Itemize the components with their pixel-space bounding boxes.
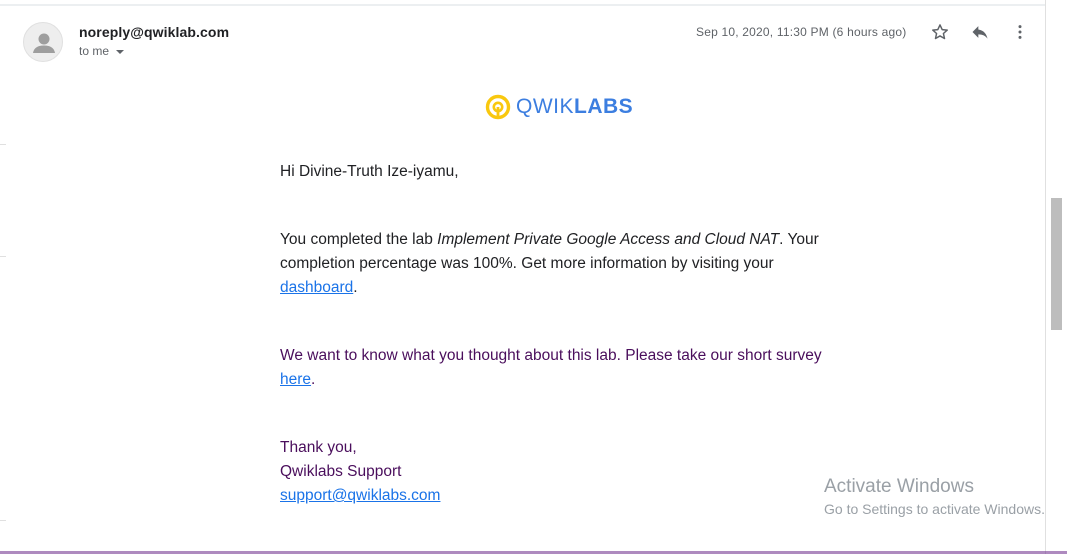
- more-options-button[interactable]: [1008, 20, 1032, 44]
- logo-text: QWIKLABS: [516, 95, 633, 119]
- lab-name: Implement Private Google Access and Clou…: [437, 231, 780, 248]
- avatar[interactable]: [23, 22, 63, 62]
- survey-link[interactable]: here: [280, 371, 311, 388]
- qwiklabs-logo-icon: [485, 94, 511, 120]
- support-email-row: support@qwiklabs.com: [280, 484, 840, 508]
- star-button[interactable]: [928, 20, 952, 44]
- greeting: Hi Divine-Truth Ize-iyamu,: [280, 163, 459, 180]
- support-email-link[interactable]: support@qwiklabs.com: [280, 487, 440, 504]
- dashboard-link[interactable]: dashboard: [280, 279, 353, 296]
- caret-down-icon: [116, 49, 125, 54]
- logo-text-prefix: QWIK: [516, 95, 574, 118]
- avatar-icon: [33, 33, 55, 53]
- activate-windows-subtitle: Go to Settings to activate Windows.: [824, 501, 1045, 517]
- sender-address[interactable]: noreply@qwiklab.com: [79, 24, 229, 40]
- left-edge-mark: [0, 520, 6, 521]
- para1-text: You completed the lab: [280, 231, 438, 248]
- recipient-toggle[interactable]: to me: [79, 44, 125, 58]
- email-date: Sep 10, 2020, 11:30 PM (6 hours ago): [696, 25, 907, 39]
- qwiklabs-logo[interactable]: QWIKLABS: [485, 94, 633, 120]
- para2-end: .: [311, 371, 316, 388]
- reply-button[interactable]: [968, 20, 992, 44]
- left-edge-mark: [0, 256, 6, 257]
- para2-text: We want to know what you thought about t…: [280, 347, 822, 364]
- star-icon: [932, 24, 948, 40]
- left-edge-mark: [0, 144, 6, 145]
- top-divider: [0, 4, 1045, 6]
- pane-divider: [1045, 0, 1046, 554]
- completion-paragraph: You completed the lab Implement Private …: [280, 228, 840, 300]
- logo-text-suffix: LABS: [574, 95, 634, 118]
- recipient-label: to me: [79, 44, 110, 58]
- email-view: noreply@qwiklab.com to me Sep 10, 2020, …: [0, 0, 1067, 554]
- scrollbar-thumb[interactable]: [1051, 198, 1062, 330]
- activate-windows-title: Activate Windows: [824, 476, 974, 497]
- para1-end: .: [353, 279, 358, 296]
- reply-icon: [972, 26, 988, 39]
- signoff: Thank you,: [280, 439, 357, 456]
- support-team: Qwiklabs Support: [280, 463, 402, 480]
- survey-paragraph: We want to know what you thought about t…: [280, 344, 840, 392]
- more-vert-icon: [1018, 25, 1022, 39]
